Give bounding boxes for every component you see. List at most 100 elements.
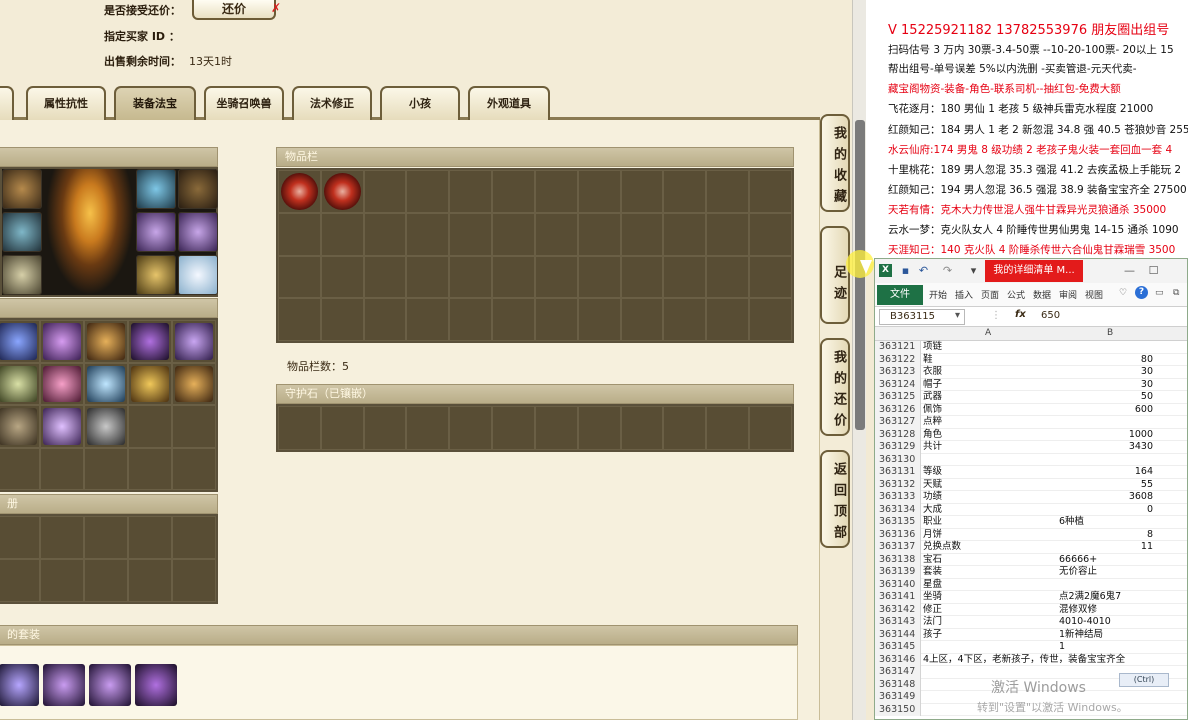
row-number[interactable]: 363140 <box>875 578 921 591</box>
inventory-slot[interactable] <box>621 299 663 340</box>
inventory-slot[interactable] <box>321 213 363 255</box>
row-number[interactable]: 363126 <box>875 403 921 416</box>
row-number[interactable]: 363147 <box>875 666 921 679</box>
gear-slot[interactable] <box>178 169 218 209</box>
table-row[interactable]: 363142 修正 混修双修 <box>875 603 1187 616</box>
cell-b[interactable]: 80 <box>1059 354 1153 367</box>
inventory-slot[interactable] <box>707 256 749 298</box>
inventory-slot[interactable] <box>450 213 492 255</box>
book-slot[interactable] <box>173 560 215 601</box>
undo-icon[interactable]: ↶ <box>917 264 930 277</box>
treasure-slot[interactable] <box>173 448 215 489</box>
book-slot[interactable] <box>85 517 127 558</box>
guard-stone-slot[interactable] <box>279 407 320 449</box>
ribbon-tab-review[interactable]: 审阅 <box>1059 288 1077 301</box>
guard-stone-slot[interactable] <box>450 407 492 449</box>
cell-b[interactable]: 55 <box>1059 479 1153 492</box>
inventory-slot[interactable] <box>750 213 791 255</box>
inventory-slot[interactable] <box>407 213 449 255</box>
inventory-slot[interactable] <box>493 171 534 212</box>
close-icon[interactable]: ✗ <box>271 1 281 15</box>
inventory-slot[interactable] <box>664 256 706 298</box>
treasure-slot[interactable] <box>173 321 215 362</box>
guard-stone-slot[interactable] <box>707 407 749 449</box>
cell-a[interactable]: 衣服 <box>923 366 1057 379</box>
cell-a[interactable]: 星盘 <box>923 579 1057 592</box>
excel-document-tab[interactable]: 我的详细清单 M... <box>985 260 1083 282</box>
inventory-slot[interactable] <box>407 171 449 212</box>
table-row[interactable]: 363126 佩饰 600 <box>875 403 1187 416</box>
redo-icon[interactable]: ↷ <box>941 264 954 277</box>
page-scrollbar[interactable] <box>852 0 866 720</box>
inventory-slot[interactable] <box>364 213 406 255</box>
inventory-slot[interactable] <box>321 256 363 298</box>
cell-a[interactable]: 帽子 <box>923 379 1057 392</box>
treasure-slot[interactable] <box>0 321 39 362</box>
cell-b[interactable]: 无价容止 <box>1059 566 1153 579</box>
inventory-slot[interactable] <box>450 256 492 298</box>
inventory-slot[interactable] <box>535 299 577 340</box>
tab-equipment[interactable]: 装备法宝 <box>114 86 196 120</box>
table-row[interactable]: 363145 1 <box>875 641 1187 654</box>
cell-a[interactable]: 套装 <box>923 566 1057 579</box>
ribbon-tab-home[interactable]: 开始 <box>929 288 947 301</box>
cell-a[interactable]: 4上区，4下区，老新孩子，传世，装备宝宝齐全 <box>923 654 1125 667</box>
maximize-icon[interactable]: ☐ <box>1147 264 1160 277</box>
cell-a[interactable]: 月饼 <box>923 529 1057 542</box>
table-row[interactable]: 363136 月饼 8 <box>875 528 1187 542</box>
treasure-slot[interactable] <box>129 363 171 404</box>
guard-stone-slot[interactable] <box>407 407 449 449</box>
name-box-dropdown-icon[interactable]: ▾ <box>955 310 960 321</box>
ribbon-tab-file[interactable]: 文件 <box>877 285 923 305</box>
inventory-slot[interactable] <box>664 213 706 255</box>
tab-mounts-pets[interactable]: 坐骑召唤兽 <box>204 86 284 120</box>
cell-b[interactable]: 4010-4010 <box>1059 616 1153 629</box>
treasure-slot[interactable] <box>85 406 127 447</box>
inventory-slot[interactable] <box>621 213 663 255</box>
treasure-slot[interactable] <box>173 406 215 447</box>
set-item[interactable] <box>89 664 131 706</box>
set-item[interactable] <box>0 664 39 706</box>
column-b-header[interactable]: B <box>1107 328 1113 338</box>
table-row[interactable]: 363123 衣服 30 <box>875 366 1187 379</box>
cell-b[interactable]: 8 <box>1059 529 1153 542</box>
table-row[interactable]: 363143 法门 4010-4010 <box>875 616 1187 629</box>
table-row[interactable]: 363128 角色 1000 <box>875 428 1187 441</box>
row-number[interactable]: 363136 <box>875 528 921 541</box>
inventory-slot[interactable] <box>364 299 406 340</box>
cell-a[interactable]: 大成 <box>923 504 1057 517</box>
inventory-slot[interactable] <box>621 171 663 212</box>
fx-label[interactable]: fx <box>1015 309 1026 320</box>
save-icon[interactable]: ▪ <box>899 264 912 277</box>
inventory-slot[interactable] <box>578 213 620 255</box>
treasure-slot[interactable] <box>85 363 127 404</box>
cell-a[interactable]: 武器 <box>923 391 1057 404</box>
row-number[interactable]: 363122 <box>875 353 921 366</box>
row-number[interactable]: 363146 <box>875 653 921 666</box>
inventory-slot[interactable] <box>364 171 406 212</box>
tab-spells[interactable]: 法术修正 <box>292 86 372 120</box>
restore-icon[interactable]: ⧉ <box>1173 288 1179 298</box>
paste-options-tag[interactable]: (Ctrl) <box>1119 673 1169 687</box>
table-row[interactable]: 363125 武器 50 <box>875 391 1187 404</box>
row-number[interactable]: 363134 <box>875 503 921 516</box>
table-row[interactable]: 363135 职业 6种植 <box>875 516 1187 529</box>
row-number[interactable]: 363132 <box>875 478 921 491</box>
treasure-slot[interactable] <box>0 363 39 404</box>
book-slot[interactable] <box>0 517 39 558</box>
treasure-slot[interactable] <box>129 448 171 489</box>
cell-a[interactable]: 鞋 <box>923 354 1057 367</box>
table-row[interactable]: 363129 共计 3430 <box>875 441 1187 454</box>
table-row[interactable]: 363132 天赋 55 <box>875 478 1187 492</box>
column-a-header[interactable]: A <box>985 328 991 338</box>
cell-a[interactable]: 共计 <box>923 441 1057 454</box>
table-row[interactable]: 363141 坐骑 点2满2魔6鬼7 <box>875 591 1187 604</box>
gear-slot[interactable] <box>178 212 218 252</box>
inventory-slot[interactable] <box>279 213 320 255</box>
cell-a[interactable]: 等级 <box>923 466 1057 479</box>
guard-stone-slot[interactable] <box>535 407 577 449</box>
book-slot[interactable] <box>0 560 39 601</box>
row-number[interactable]: 363133 <box>875 491 921 504</box>
row-number[interactable]: 363128 <box>875 428 921 441</box>
inventory-slot[interactable] <box>407 299 449 340</box>
